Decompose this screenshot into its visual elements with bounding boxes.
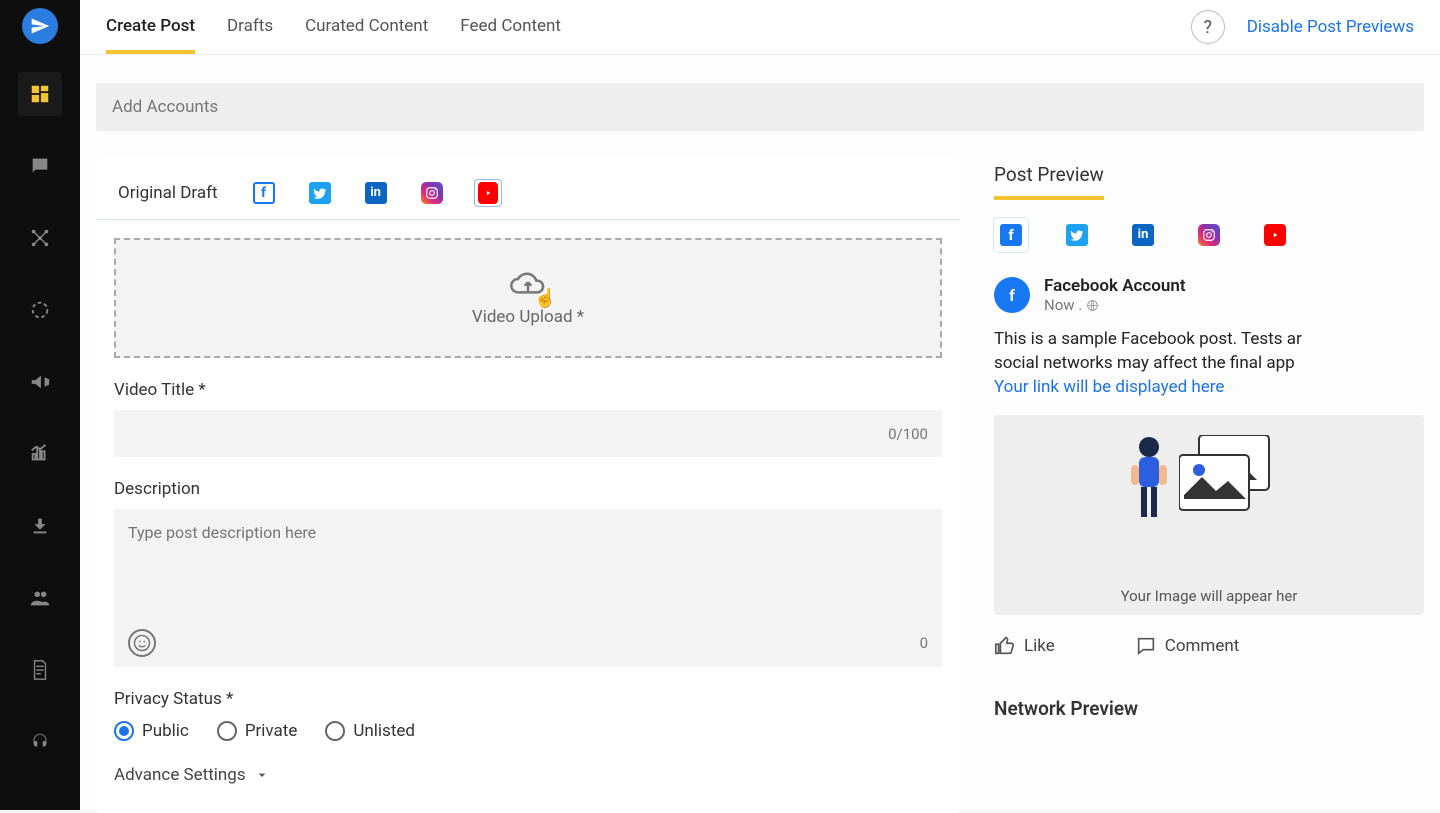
nav-announce[interactable] (18, 360, 62, 404)
radio-public-label: Public (142, 721, 189, 741)
image-placeholder-illustration (1129, 435, 1289, 525)
privacy-radio-group: Public Private Unlisted (114, 721, 942, 741)
top-right: ? Disable Post Previews (1191, 10, 1414, 44)
tab-original-draft[interactable]: Original Draft (114, 177, 222, 209)
tab-linkedin[interactable]: in (362, 179, 390, 207)
main-area: Create Post Drafts Curated Content Feed … (80, 0, 1440, 810)
privacy-label: Privacy Status * (114, 689, 942, 709)
advance-settings-label: Advance Settings (114, 765, 246, 785)
nav-analytics[interactable] (18, 432, 62, 476)
nav-messages[interactable] (18, 144, 62, 188)
facebook-preview: f Facebook Account Now . This is a sampl… (994, 276, 1424, 657)
youtube-icon (1264, 224, 1286, 246)
comment-button[interactable]: Comment (1135, 635, 1240, 657)
facebook-icon: f (253, 182, 275, 204)
description-input[interactable] (114, 509, 942, 619)
twitter-icon (309, 182, 331, 204)
post-link-placeholder: Your link will be displayed here (994, 377, 1224, 397)
emoji-button[interactable] (128, 629, 156, 657)
add-accounts-bar[interactable]: Add Accounts (96, 83, 1424, 131)
chevron-down-icon (254, 767, 270, 783)
like-button[interactable]: Like (994, 635, 1055, 657)
preview-tab-instagram[interactable] (1192, 218, 1226, 252)
post-time: Now . (1044, 296, 1186, 314)
nav-target[interactable] (18, 288, 62, 332)
preview-column: Post Preview f in f Facebook Account N (994, 159, 1424, 720)
facebook-icon: f (1000, 224, 1022, 246)
compose-card: Original Draft f in ☝ Video Upload * Vid… (96, 159, 960, 813)
emoji-icon (133, 634, 151, 652)
radio-private-label: Private (245, 721, 298, 741)
preview-tab-twitter[interactable] (1060, 218, 1094, 252)
preview-tab-linkedin[interactable]: in (1126, 218, 1160, 252)
like-icon (994, 635, 1016, 657)
facebook-avatar: f (994, 277, 1030, 313)
tab-youtube[interactable] (474, 179, 502, 207)
post-actions: Like Comment (994, 635, 1424, 657)
youtube-icon (478, 182, 498, 204)
like-label: Like (1024, 636, 1055, 656)
advance-settings-toggle[interactable]: Advance Settings (114, 765, 942, 785)
account-name: Facebook Account (1044, 276, 1186, 296)
post-image-placeholder: Your Image will appear her (994, 415, 1424, 615)
video-title-count: 0/100 (888, 425, 928, 443)
tab-twitter[interactable] (306, 179, 334, 207)
video-title-label: Video Title * (114, 380, 942, 400)
globe-icon (1086, 299, 1099, 312)
nav-users[interactable] (18, 576, 62, 620)
twitter-icon (1066, 224, 1088, 246)
tab-create-post[interactable]: Create Post (106, 0, 195, 54)
radio-icon (217, 721, 237, 741)
radio-private[interactable]: Private (217, 721, 298, 741)
app-logo (22, 8, 58, 44)
help-button[interactable]: ? (1191, 10, 1225, 44)
instagram-icon (421, 182, 443, 204)
radio-unlisted-label: Unlisted (353, 721, 415, 741)
radio-icon (114, 721, 134, 741)
radio-icon (325, 721, 345, 741)
preview-tab-youtube[interactable] (1258, 218, 1292, 252)
image-placeholder-label: Your Image will appear her (1121, 587, 1298, 605)
nav-connections[interactable] (18, 216, 62, 260)
nav-dashboard[interactable] (18, 72, 62, 116)
radio-public[interactable]: Public (114, 721, 189, 741)
network-preview-heading: Network Preview (994, 697, 1424, 720)
nav-download[interactable] (18, 504, 62, 548)
nav-docs[interactable] (18, 648, 62, 692)
preview-network-icons: f in (994, 218, 1424, 252)
tab-drafts[interactable]: Drafts (227, 0, 273, 54)
network-tabs: Original Draft f in (96, 177, 960, 220)
cursor-icon: ☝ (534, 288, 556, 309)
tab-curated[interactable]: Curated Content (305, 0, 428, 54)
tab-facebook[interactable]: f (250, 179, 278, 207)
top-bar: Create Post Drafts Curated Content Feed … (80, 0, 1440, 55)
preview-tab-facebook[interactable]: f (994, 218, 1028, 252)
video-title-input[interactable] (114, 410, 942, 457)
upload-label: Video Upload * (472, 307, 584, 327)
disable-previews-link[interactable]: Disable Post Previews (1247, 17, 1414, 37)
post-body: This is a sample Facebook post. Tests ar… (994, 328, 1424, 399)
radio-unlisted[interactable]: Unlisted (325, 721, 415, 741)
linkedin-icon: in (365, 182, 387, 204)
tab-feed[interactable]: Feed Content (460, 0, 561, 54)
video-upload-area[interactable]: ☝ Video Upload * (114, 238, 942, 358)
linkedin-icon: in (1132, 224, 1154, 246)
comment-icon (1135, 635, 1157, 657)
left-sidebar (0, 0, 80, 810)
comment-label: Comment (1165, 636, 1240, 656)
preview-title: Post Preview (994, 163, 1104, 200)
form-body: ☝ Video Upload * Video Title * 0/100 Des… (96, 220, 960, 803)
top-tabs: Create Post Drafts Curated Content Feed … (106, 0, 561, 54)
nav-support[interactable] (18, 720, 62, 764)
description-count: 0 (920, 634, 928, 652)
instagram-icon (1198, 224, 1220, 246)
description-label: Description (114, 479, 942, 499)
tab-instagram[interactable] (418, 179, 446, 207)
